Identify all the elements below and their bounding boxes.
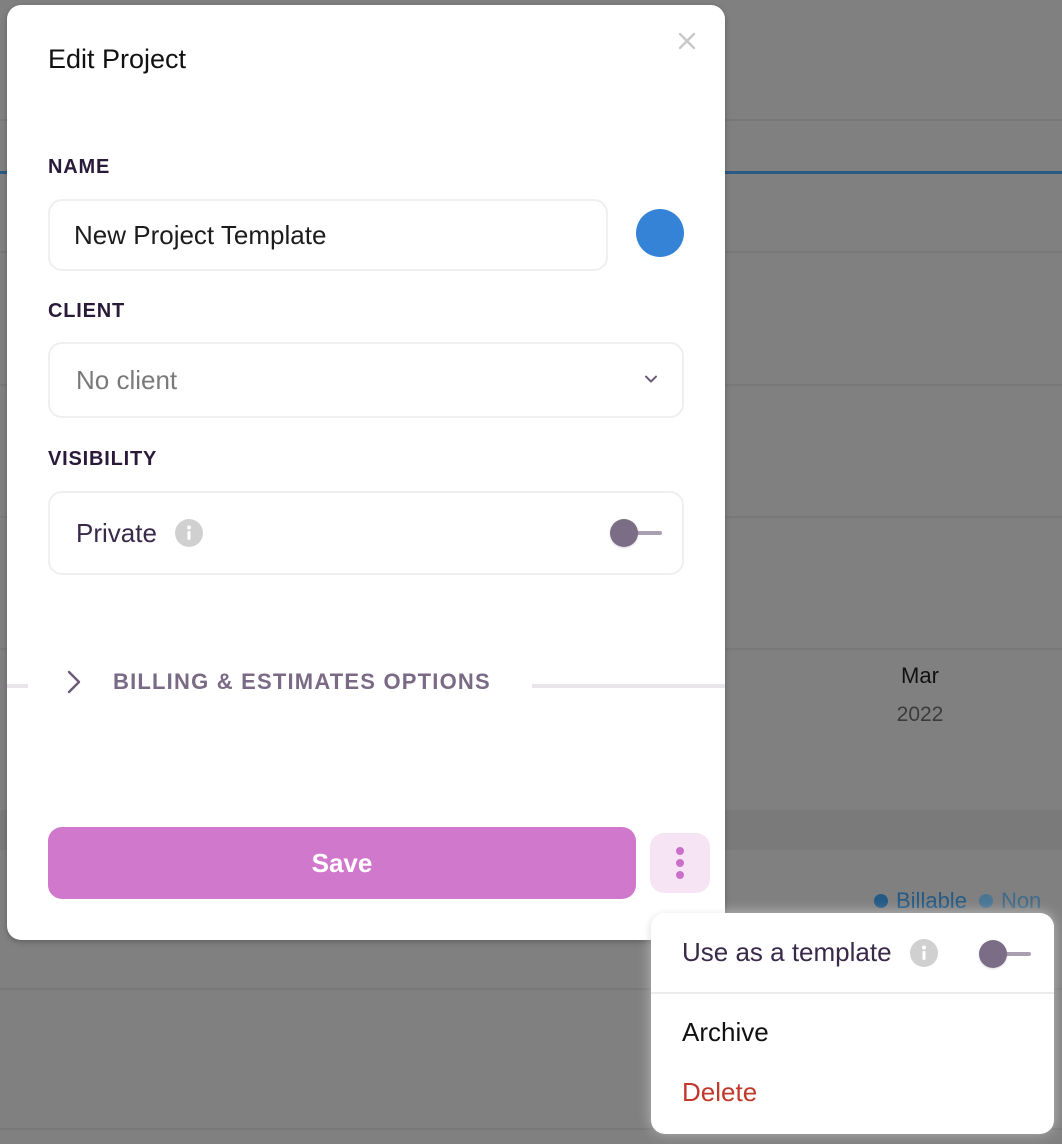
- use-as-template-label: Use as a template: [682, 937, 892, 967]
- client-select-value: No client: [76, 364, 178, 395]
- legend-label: Billable: [896, 888, 967, 913]
- edit-project-modal: Edit Project NAME CLIENT No client VISIB…: [7, 5, 725, 940]
- info-glyph-icon: [921, 945, 926, 960]
- legend-item-billable: Billable: [874, 888, 967, 914]
- delete-menu-item[interactable]: Delete: [682, 1077, 757, 1108]
- info-icon[interactable]: [909, 938, 938, 967]
- background-month-header: Mar 2022: [870, 663, 970, 727]
- billing-estimates-expander[interactable]: BILLING & ESTIMATES OPTIONS: [67, 669, 491, 695]
- info-icon[interactable]: [174, 519, 203, 547]
- billing-estimates-label: BILLING & ESTIMATES OPTIONS: [113, 669, 491, 694]
- more-options-menu: Use as a template Archive Delete: [651, 913, 1054, 1134]
- archive-menu-item[interactable]: Archive: [682, 1017, 769, 1048]
- chevron-down-icon: [645, 375, 657, 383]
- close-icon: [678, 32, 696, 50]
- legend-dot-icon: [874, 894, 888, 908]
- close-button[interactable]: [675, 29, 699, 53]
- background-legend: Billable Non: [874, 888, 1041, 914]
- visibility-field: Private: [48, 491, 684, 575]
- name-field[interactable]: [48, 199, 608, 271]
- legend-item-non-billable: Non: [978, 888, 1042, 914]
- modal-title: Edit Project: [48, 44, 187, 74]
- info-glyph-icon: [186, 525, 191, 540]
- save-button[interactable]: Save: [48, 827, 636, 899]
- toggle-knob: [979, 940, 1007, 968]
- more-options-button[interactable]: [650, 833, 710, 893]
- name-input[interactable]: [74, 219, 606, 251]
- month-label: Mar: [901, 663, 939, 688]
- year-label: 2022: [896, 703, 944, 726]
- legend-label: Non: [1000, 888, 1042, 913]
- legend-dot-icon: [978, 894, 993, 908]
- project-color-picker[interactable]: [636, 209, 684, 257]
- visibility-option-label: Private: [76, 517, 157, 548]
- toggle-knob: [610, 519, 638, 547]
- use-as-template-row: Use as a template: [651, 913, 1054, 994]
- private-toggle[interactable]: [610, 518, 664, 548]
- visibility-label: VISIBILITY: [48, 448, 158, 470]
- client-label: CLIENT: [48, 300, 126, 322]
- name-label: NAME: [48, 156, 111, 178]
- section-divider: [7, 684, 28, 688]
- chevron-right-icon: [67, 670, 81, 694]
- use-as-template-toggle[interactable]: [979, 939, 1033, 969]
- section-divider: [532, 684, 725, 688]
- more-vertical-icon: [676, 847, 684, 879]
- client-select[interactable]: No client: [48, 342, 684, 418]
